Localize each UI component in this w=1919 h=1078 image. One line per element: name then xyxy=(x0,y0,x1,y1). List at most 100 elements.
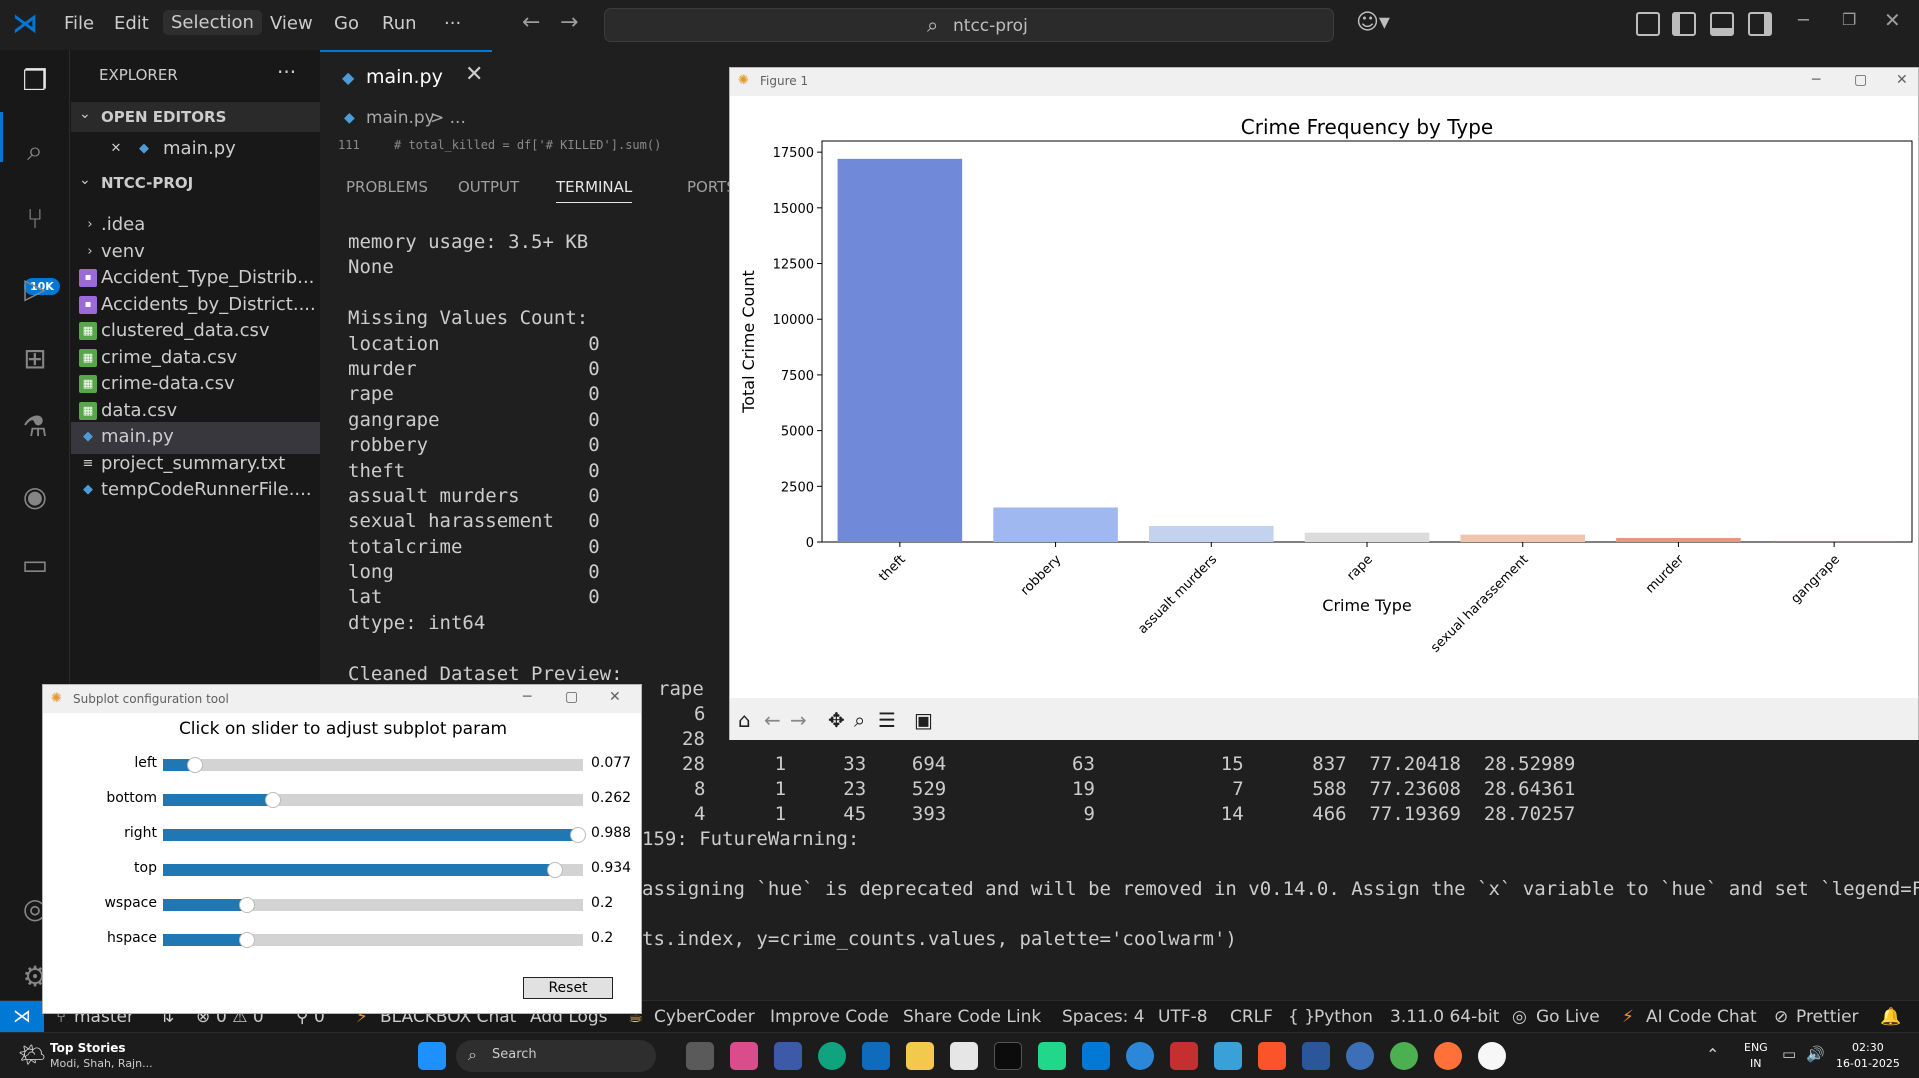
close-icon[interactable]: ✕ xyxy=(1896,72,1908,88)
breadcrumb-file[interactable]: main.py xyxy=(366,108,435,128)
line-endings[interactable]: CRLF xyxy=(1230,1007,1273,1027)
language-mode[interactable]: Python xyxy=(1314,1007,1373,1027)
command-center[interactable]: ⌕ ntcc-proj xyxy=(604,8,1334,42)
menu-more[interactable]: ··· xyxy=(444,13,461,34)
menu-edit[interactable]: Edit xyxy=(114,13,149,34)
encoding[interactable]: UTF-8 xyxy=(1158,1007,1208,1027)
indentation[interactable]: Spaces: 4 xyxy=(1062,1007,1145,1027)
remote-icon[interactable]: ⋊ xyxy=(0,1001,44,1033)
tab-output[interactable]: OUTPUT xyxy=(458,178,519,196)
open-editor-item[interactable]: ✕ ◆ main.py xyxy=(71,134,320,166)
minimize-icon[interactable]: ─ xyxy=(523,689,531,705)
tab-main-py[interactable]: ◆ main.py ✕ xyxy=(320,50,492,100)
outlook-icon[interactable] xyxy=(862,1042,890,1070)
home-icon[interactable]: ⌂ xyxy=(738,708,751,732)
slider-track[interactable] xyxy=(163,897,583,913)
volume-icon[interactable]: 🔊 xyxy=(1806,1045,1825,1063)
back-arrow-icon[interactable]: ← xyxy=(522,10,540,35)
notes-icon[interactable] xyxy=(1214,1042,1242,1070)
chevron-up-icon[interactable]: ⌃ xyxy=(1706,1045,1719,1064)
slider-track[interactable] xyxy=(163,827,586,843)
clock-time[interactable]: 02:30 xyxy=(1852,1041,1884,1054)
file-item[interactable]: ◆ tempCodeRunnerFile.... xyxy=(71,475,320,507)
menu-go[interactable]: Go xyxy=(334,13,359,34)
word-icon[interactable] xyxy=(1302,1042,1330,1070)
run-debug-icon[interactable]: ▷ xyxy=(18,272,52,306)
dev-home-icon[interactable] xyxy=(774,1042,802,1070)
brave-icon[interactable] xyxy=(1258,1042,1286,1070)
menu-file[interactable]: File xyxy=(64,13,94,34)
save-icon[interactable]: ▣ xyxy=(914,708,933,732)
slider-track[interactable] xyxy=(163,792,583,808)
clock-date[interactable]: 16-01-2025 xyxy=(1836,1057,1900,1070)
news-title[interactable]: Top Stories xyxy=(50,1041,126,1055)
menu-view[interactable]: View xyxy=(270,13,313,34)
pdf-reader-icon[interactable] xyxy=(1170,1042,1198,1070)
close-icon[interactable]: ✕ xyxy=(609,689,621,705)
go-live[interactable]: Go Live xyxy=(1536,1007,1600,1027)
testing-icon[interactable]: ⚗ xyxy=(18,410,52,444)
ai-code-chat[interactable]: AI Code Chat xyxy=(1646,1007,1757,1027)
toggle-sidebar-icon[interactable] xyxy=(1672,12,1696,36)
pycharm-icon[interactable] xyxy=(1038,1042,1066,1070)
close-icon[interactable]: ✕ xyxy=(465,62,483,87)
customize-layout-icon[interactable] xyxy=(1636,12,1660,36)
pan-icon[interactable]: ✥ xyxy=(828,708,845,732)
toggle-panel-icon[interactable] xyxy=(1710,12,1734,36)
slider-handle[interactable] xyxy=(569,827,586,843)
extensions-icon[interactable]: ⊞ xyxy=(18,342,52,376)
improve-code[interactable]: Improve Code xyxy=(770,1007,889,1027)
slider-handle[interactable] xyxy=(547,862,564,878)
maximize-icon[interactable]: ▢ xyxy=(1854,72,1867,88)
taskbar-search[interactable]: ⌕ Search xyxy=(456,1040,656,1072)
file-explorer-icon[interactable] xyxy=(906,1042,934,1070)
chrome-icon[interactable] xyxy=(1390,1042,1418,1070)
anaconda-icon[interactable] xyxy=(1126,1042,1154,1070)
windows-start-icon[interactable] xyxy=(418,1042,446,1070)
minimize-icon[interactable]: ─ xyxy=(1812,72,1820,88)
minimize-icon[interactable]: ─ xyxy=(1798,10,1809,31)
network-icon[interactable]: ▭ xyxy=(1782,1045,1796,1063)
menu-selection[interactable]: Selection xyxy=(163,10,262,35)
close-icon[interactable]: ✕ xyxy=(1884,8,1901,32)
menu-run[interactable]: Run xyxy=(382,13,417,34)
explorer-icon[interactable]: ❐ xyxy=(18,64,52,98)
terminal-icon[interactable] xyxy=(994,1042,1022,1070)
vscode-taskbar-icon[interactable] xyxy=(1082,1042,1110,1070)
github-icon[interactable]: ◉ xyxy=(18,480,52,514)
remote-explorer-icon[interactable]: ▭ xyxy=(18,548,52,582)
forward-arrow-icon[interactable]: → xyxy=(560,10,578,35)
terminal-output[interactable]: memory usage: 3.5+ KB None Missing Values … xyxy=(348,230,623,687)
more-actions-icon[interactable]: ··· xyxy=(277,60,296,84)
zoom-icon[interactable]: ⌕ xyxy=(854,708,865,732)
toggle-secondary-sidebar-icon[interactable] xyxy=(1748,12,1772,36)
prettier[interactable]: Prettier xyxy=(1796,1007,1859,1027)
slider-handle[interactable] xyxy=(187,757,204,773)
notepad-icon[interactable] xyxy=(950,1042,978,1070)
python-version[interactable]: 3.11.0 64-bit xyxy=(1390,1007,1499,1027)
slider-handle[interactable] xyxy=(239,897,255,913)
slider-handle[interactable] xyxy=(265,792,282,808)
forward-icon[interactable]: → xyxy=(790,708,807,732)
reset-button[interactable]: Reset xyxy=(523,977,613,999)
maximize-icon[interactable]: ▢ xyxy=(565,689,578,705)
close-icon[interactable]: ✕ xyxy=(107,140,125,158)
maximize-icon[interactable]: ❐ xyxy=(1842,10,1856,29)
slider-track[interactable] xyxy=(163,862,583,878)
copilot-icon[interactable]: ☺▾ xyxy=(1356,10,1390,35)
chatgpt-icon[interactable] xyxy=(818,1042,846,1070)
configure-subplots-icon[interactable]: ☰ xyxy=(878,708,896,732)
share-code-link[interactable]: Share Code Link xyxy=(903,1007,1041,1027)
open-editors-section[interactable]: ⌄ OPEN EDITORS xyxy=(71,102,320,132)
matplotlib-icon[interactable] xyxy=(1478,1042,1506,1070)
tab-terminal[interactable]: TERMINAL xyxy=(556,178,633,203)
cybercoder[interactable]: CyberCoder xyxy=(654,1007,755,1027)
project-section[interactable]: ⌄ NTCC-PROJ xyxy=(71,168,320,198)
news-icon[interactable]: 🌤 xyxy=(18,1043,46,1068)
slider-track[interactable] xyxy=(163,757,583,773)
back-icon[interactable]: ← xyxy=(764,708,781,732)
slider-track[interactable] xyxy=(163,932,583,948)
breadcrumb-rest[interactable]: > ... xyxy=(430,108,466,128)
bell-icon[interactable]: 🔔 xyxy=(1880,1007,1901,1027)
source-control-icon[interactable]: ⑂ xyxy=(18,202,52,236)
